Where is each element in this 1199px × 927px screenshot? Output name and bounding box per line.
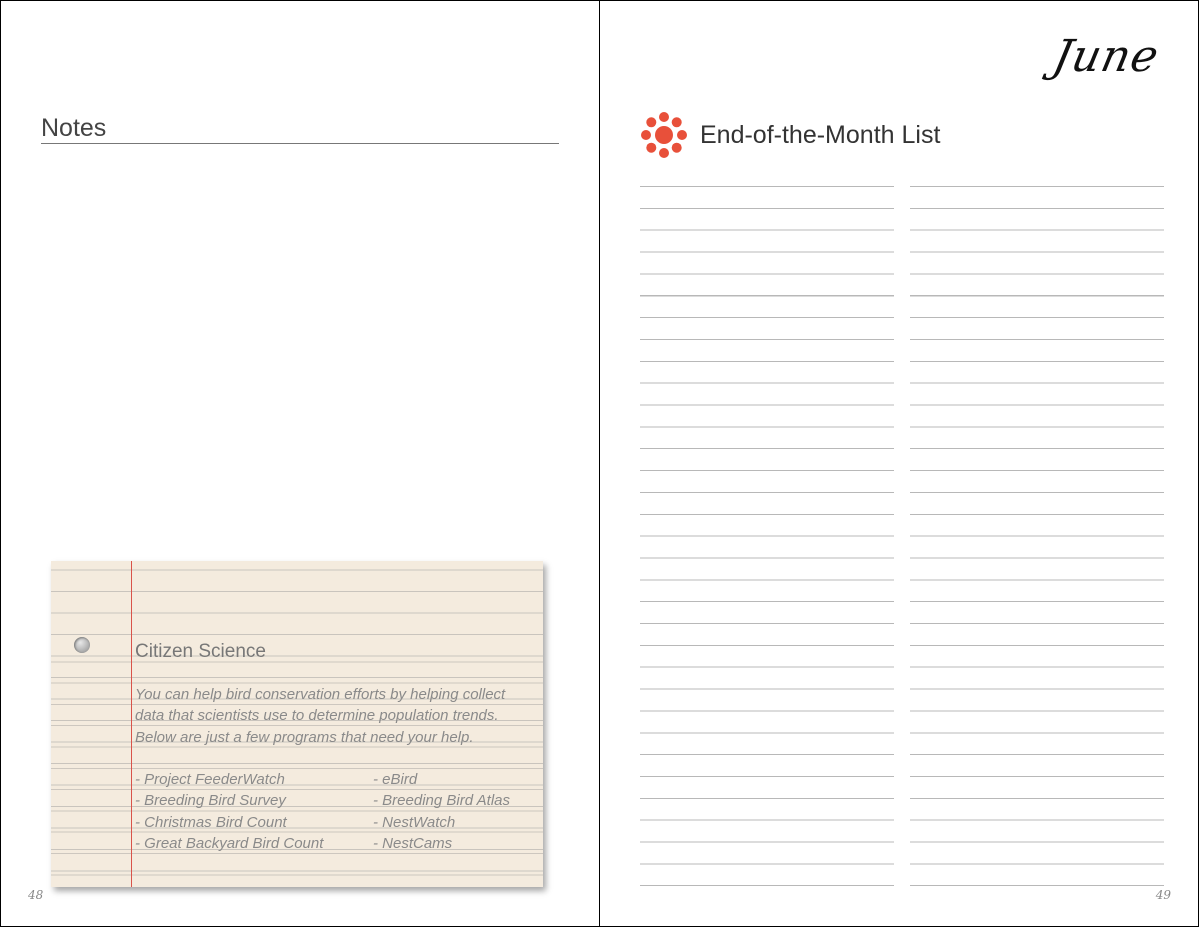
program-item: - NestWatch bbox=[373, 813, 456, 831]
writing-lines-left-column[interactable] bbox=[640, 186, 894, 886]
notes-title: Notes bbox=[41, 114, 559, 144]
program-row: - Breeding Bird Survey - Breeding Bird A… bbox=[135, 790, 535, 811]
program-row: - Christmas Bird Count - NestWatch bbox=[135, 812, 535, 833]
page-number-right: 49 bbox=[1155, 888, 1171, 902]
program-item: - NestCams bbox=[373, 834, 453, 852]
left-page: Notes Citizen Science You can help bird … bbox=[1, 1, 599, 926]
program-item: - Great Backyard Bird Count bbox=[135, 834, 324, 852]
program-row: - Great Backyard Bird Count - NestCams bbox=[135, 833, 535, 854]
program-item: - Project FeederWatch bbox=[135, 771, 285, 788]
card-body: You can help bird conservation efforts b… bbox=[135, 684, 535, 748]
writing-lines-right-column[interactable] bbox=[910, 186, 1164, 886]
punch-hole-icon bbox=[74, 637, 90, 653]
list-title: End-of-the-Month List bbox=[700, 120, 941, 149]
notebook-spread: Notes Citizen Science You can help bird … bbox=[0, 0, 1199, 927]
card-body-line: data that scientists use to determine po… bbox=[135, 707, 499, 725]
card-title: Citizen Science bbox=[135, 641, 266, 662]
list-header: End-of-the-Month List bbox=[640, 111, 940, 159]
program-item: - Breeding Bird Atlas bbox=[373, 792, 511, 810]
program-item: - Breeding Bird Survey bbox=[135, 792, 286, 810]
page-number-left: 48 bbox=[28, 888, 44, 902]
program-row: - Project FeederWatch - eBird bbox=[135, 769, 535, 790]
program-item: - eBird bbox=[373, 771, 418, 788]
flower-icon bbox=[641, 112, 687, 158]
card-body-line: You can help bird conservation efforts b… bbox=[135, 686, 506, 703]
card-margin-line bbox=[131, 561, 132, 887]
program-list: - Project FeederWatch - eBird - Breeding… bbox=[135, 769, 535, 854]
citizen-science-card: Citizen Science You can help bird conser… bbox=[51, 561, 543, 887]
month-title: June bbox=[1048, 31, 1164, 82]
program-item: - Christmas Bird Count bbox=[135, 813, 287, 831]
right-page: June End-of-the-Month List 49 bbox=[600, 1, 1198, 926]
card-body-line: Below are just a few programs that need … bbox=[135, 728, 474, 746]
